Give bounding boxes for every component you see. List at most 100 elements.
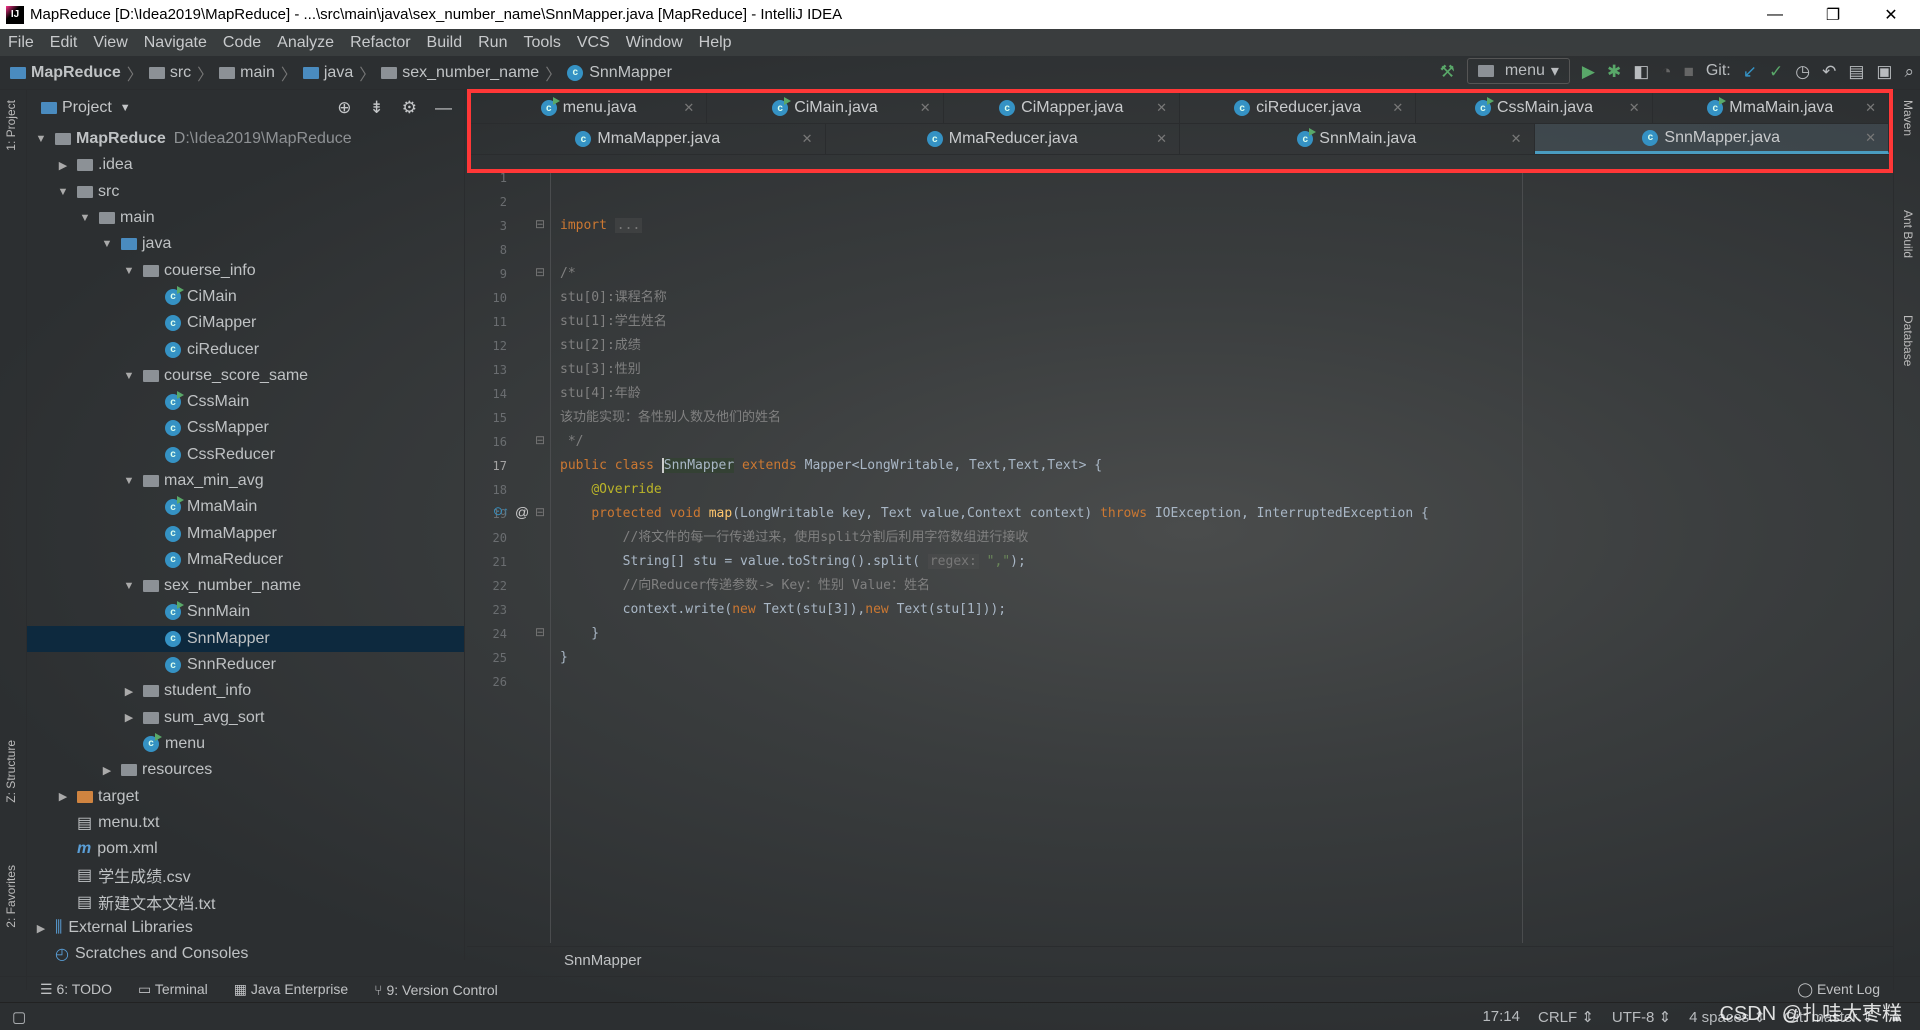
- menu-run[interactable]: Run: [470, 34, 515, 52]
- expanded-arrow-icon[interactable]: ▼: [99, 238, 115, 250]
- tree-item[interactable]: ▤ 新建文本文档.txt: [27, 889, 464, 915]
- close-tab-icon[interactable]: ✕: [1511, 131, 1522, 147]
- tree-item[interactable]: ◴ Scratches and Consoles: [27, 941, 464, 967]
- tree-item[interactable]: ▼ java: [27, 231, 464, 257]
- editor-tab[interactable]: c MmaReducer.java ✕: [826, 124, 1180, 154]
- collapsed-arrow-icon[interactable]: ▶: [33, 922, 49, 935]
- tree-item[interactable]: ▼ MapReduce D:\Idea2019\MapReduce: [27, 126, 464, 152]
- tree-item[interactable]: ▼ main: [27, 205, 464, 231]
- database-tool-button[interactable]: Database: [1901, 315, 1915, 366]
- tree-item[interactable]: ▼ max_min_avg: [27, 468, 464, 494]
- presentation-icon[interactable]: ▣: [1876, 63, 1892, 80]
- close-button[interactable]: ✕: [1862, 0, 1920, 29]
- hide-panel-icon[interactable]: —: [435, 98, 452, 118]
- fold-marker-icon[interactable]: ⊟: [535, 217, 545, 231]
- coverage-icon[interactable]: ◧: [1633, 63, 1649, 80]
- menu-tools[interactable]: Tools: [515, 34, 568, 52]
- tree-item[interactable]: ▼ couerse_info: [27, 257, 464, 283]
- close-tab-icon[interactable]: ✕: [1156, 131, 1167, 147]
- fold-marker-icon[interactable]: ⊟: [535, 625, 545, 639]
- collapse-all-icon[interactable]: ⇟: [370, 98, 384, 118]
- terminal-tool-button[interactable]: ▭ Terminal: [138, 981, 208, 998]
- toggle-tool-windows-icon[interactable]: ▢: [12, 1008, 26, 1026]
- history-clock-icon[interactable]: ◷: [1795, 63, 1810, 80]
- menu-navigate[interactable]: Navigate: [136, 34, 215, 52]
- expanded-arrow-icon[interactable]: ▼: [33, 133, 49, 145]
- close-tab-icon[interactable]: ✕: [1865, 100, 1876, 116]
- search-icon[interactable]: ⌕: [1904, 63, 1914, 80]
- structure-tool-button[interactable]: Z: Structure: [4, 740, 18, 803]
- chevron-down-icon[interactable]: ▼: [120, 102, 131, 114]
- locate-crosshair-icon[interactable]: ⊕: [337, 98, 351, 118]
- file-encoding[interactable]: UTF-8 ⇕: [1612, 1008, 1671, 1026]
- tree-item[interactable]: ▶ resources: [27, 757, 464, 783]
- editor-tab[interactable]: c menu.java ✕: [471, 93, 708, 123]
- close-tab-icon[interactable]: ✕: [802, 131, 813, 147]
- breadcrumb-item[interactable]: main 〉: [219, 61, 297, 85]
- close-tab-icon[interactable]: ✕: [1865, 130, 1876, 146]
- editor-tab[interactable]: c MmaMain.java ✕: [1653, 93, 1889, 123]
- editor-tab[interactable]: c ciReducer.java ✕: [1180, 93, 1417, 123]
- minimize-button[interactable]: —: [1746, 0, 1804, 29]
- tree-item[interactable]: c SnnMain: [27, 599, 464, 625]
- fold-marker-icon[interactable]: ⊟: [535, 433, 545, 447]
- editor-tab[interactable]: c CiMain.java ✕: [707, 93, 944, 123]
- expanded-arrow-icon[interactable]: ▼: [121, 580, 137, 592]
- editor-tab[interactable]: c SnnMain.java ✕: [1180, 124, 1535, 154]
- breadcrumb-item[interactable]: c SnnMapper: [567, 64, 672, 82]
- tree-item[interactable]: ▤ 学生成绩.csv: [27, 862, 464, 888]
- revert-icon[interactable]: ↶: [1822, 63, 1836, 80]
- debug-bug-icon[interactable]: ✱: [1607, 63, 1621, 80]
- menu-edit[interactable]: Edit: [42, 34, 86, 52]
- git-update-icon[interactable]: ↙: [1743, 63, 1757, 80]
- collapsed-arrow-icon[interactable]: ▶: [55, 159, 71, 172]
- tree-item[interactable]: ▼ sex_number_name: [27, 573, 464, 599]
- menu-refactor[interactable]: Refactor: [342, 34, 418, 52]
- expanded-arrow-icon[interactable]: ▼: [121, 475, 137, 487]
- tree-item[interactable]: c CssMapper: [27, 415, 464, 441]
- editor-tab[interactable]: c SnnMapper.java ✕: [1534, 124, 1889, 154]
- tree-item[interactable]: ▶ ⫼ External Libraries: [27, 915, 464, 941]
- editor-breadcrumb[interactable]: SnnMapper: [467, 946, 1893, 974]
- project-structure-icon[interactable]: ▤: [1848, 63, 1864, 80]
- profile-icon[interactable]: ◔: [1661, 63, 1671, 80]
- editor-tab[interactable]: c MmaMapper.java ✕: [471, 124, 826, 154]
- close-tab-icon[interactable]: ✕: [1156, 100, 1167, 116]
- editor-tab[interactable]: c CiMapper.java ✕: [944, 93, 1180, 123]
- collapsed-arrow-icon[interactable]: ▶: [55, 790, 71, 803]
- project-view-select[interactable]: Project: [62, 99, 112, 117]
- menu-view[interactable]: View: [85, 34, 135, 52]
- collapsed-arrow-icon[interactable]: ▶: [121, 685, 137, 698]
- ant-build-tool-button[interactable]: Ant Build: [1901, 210, 1915, 258]
- expanded-arrow-icon[interactable]: ▼: [121, 370, 137, 382]
- tree-item[interactable]: c MmaReducer: [27, 547, 464, 573]
- run-configuration-select[interactable]: menu ▾: [1466, 58, 1570, 84]
- menu-build[interactable]: Build: [419, 34, 471, 52]
- git-commit-check-icon[interactable]: ✓: [1769, 63, 1783, 80]
- todo-tool-button[interactable]: ☰ 6: TODO: [40, 981, 112, 998]
- tree-item[interactable]: c CiMapper: [27, 310, 464, 336]
- code-editor[interactable]: 1 2 3 ⊟ 8 9 ⊟ 10 11 12 13 14 15 16 ⊟ 17 18 19 ⊟ ⊙↑ @20 21 22 23…: [467, 171, 1893, 943]
- breadcrumb-item[interactable]: src 〉: [148, 61, 213, 85]
- menu-file[interactable]: File: [0, 34, 42, 52]
- fold-marker-icon[interactable]: ⊟: [535, 505, 545, 519]
- expanded-arrow-icon[interactable]: ▼: [121, 265, 137, 277]
- tree-item[interactable]: ▶ sum_avg_sort: [27, 705, 464, 731]
- java-enterprise-tool-button[interactable]: ▦ Java Enterprise: [234, 981, 348, 998]
- expanded-arrow-icon[interactable]: ▼: [77, 212, 93, 224]
- annotation-at-icon[interactable]: @: [515, 504, 529, 520]
- close-tab-icon[interactable]: ✕: [920, 100, 931, 116]
- close-tab-icon[interactable]: ✕: [1629, 100, 1640, 116]
- tree-item[interactable]: ▤ menu.txt: [27, 810, 464, 836]
- menu-analyze[interactable]: Analyze: [269, 34, 342, 52]
- caret-position[interactable]: 17:14: [1482, 1008, 1520, 1026]
- build-hammer-icon[interactable]: ⚒: [1440, 63, 1455, 80]
- fold-marker-icon[interactable]: ⊟: [535, 265, 545, 279]
- editor-tab[interactable]: c CssMain.java ✕: [1416, 93, 1653, 123]
- menu-code[interactable]: Code: [215, 34, 269, 52]
- favorites-tool-button[interactable]: 2: Favorites: [4, 865, 18, 928]
- run-icon[interactable]: ▶: [1582, 63, 1595, 80]
- expanded-arrow-icon[interactable]: ▼: [55, 186, 71, 198]
- gear-icon[interactable]: ⚙: [402, 98, 417, 118]
- collapsed-arrow-icon[interactable]: ▶: [99, 764, 115, 777]
